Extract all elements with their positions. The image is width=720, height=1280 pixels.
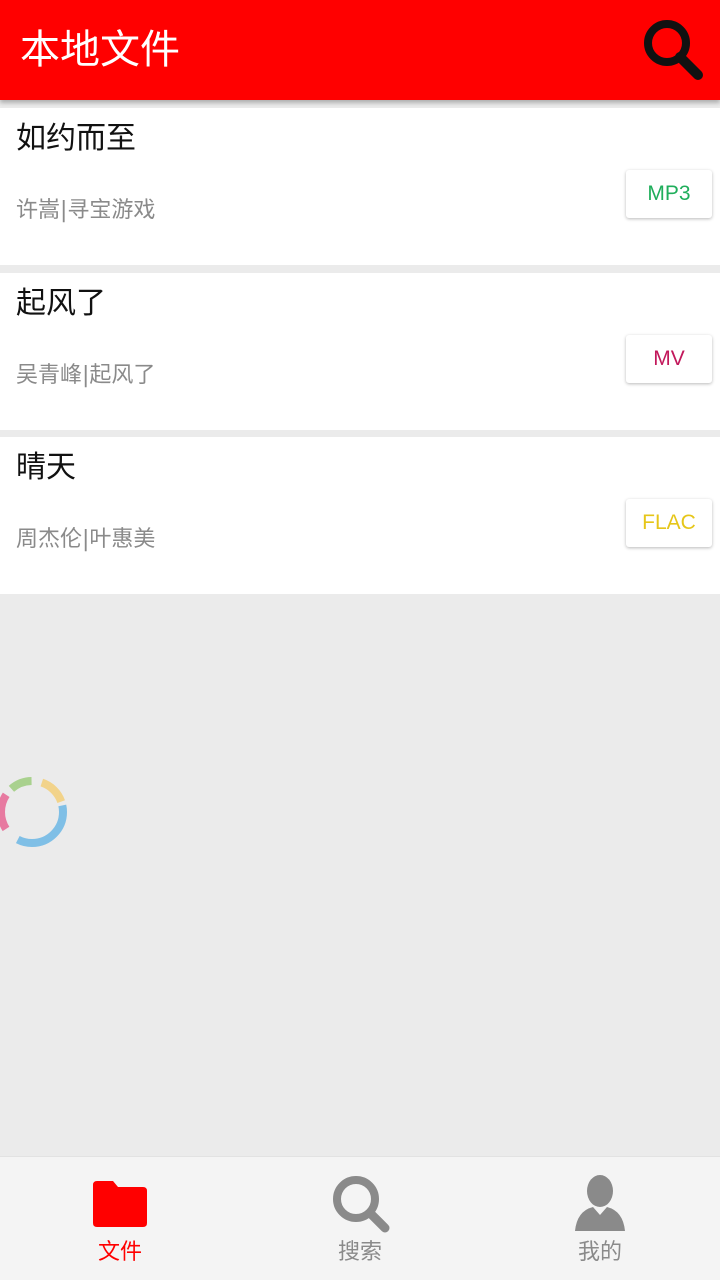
search-button[interactable] xyxy=(640,16,706,82)
tab-files[interactable]: 文件 xyxy=(0,1157,240,1280)
song-subtitle: 周杰伦|叶惠美 xyxy=(16,527,156,552)
list-item[interactable]: 如约而至 许嵩|寻宝游戏 MP3 xyxy=(0,108,720,265)
page-title: 本地文件 xyxy=(20,27,180,73)
app-screen: 本地文件 如约而至 许嵩|寻宝游戏 MP3 起风了 吴青峰|起风了 MV 晴天 … xyxy=(0,0,720,1280)
loading-spinner-icon xyxy=(0,777,67,847)
song-title: 如约而至 xyxy=(16,121,136,156)
format-badge-mv[interactable]: MV xyxy=(626,335,712,383)
song-title: 晴天 xyxy=(16,450,76,485)
search-icon xyxy=(333,1176,390,1233)
folder-icon xyxy=(93,1181,147,1227)
song-subtitle: 吴青峰|起风了 xyxy=(16,363,156,388)
bottom-tab-bar: 文件 搜索 我的 xyxy=(0,1156,720,1280)
tab-label: 文件 xyxy=(97,1240,142,1265)
list-item[interactable]: 晴天 周杰伦|叶惠美 FLAC xyxy=(0,437,720,594)
app-bar: 本地文件 xyxy=(0,0,720,100)
tab-label: 搜索 xyxy=(337,1240,382,1265)
search-icon xyxy=(644,20,703,80)
tab-label: 我的 xyxy=(577,1240,622,1265)
song-title: 起风了 xyxy=(16,286,106,321)
song-subtitle: 许嵩|寻宝游戏 xyxy=(16,198,156,223)
format-badge-flac[interactable]: FLAC xyxy=(626,499,712,547)
user-icon xyxy=(575,1175,625,1231)
format-badge-mp3[interactable]: MP3 xyxy=(626,170,712,218)
list-item[interactable]: 起风了 吴青峰|起风了 MV xyxy=(0,273,720,430)
tab-search[interactable]: 搜索 xyxy=(240,1157,480,1280)
tab-profile[interactable]: 我的 xyxy=(480,1157,720,1280)
